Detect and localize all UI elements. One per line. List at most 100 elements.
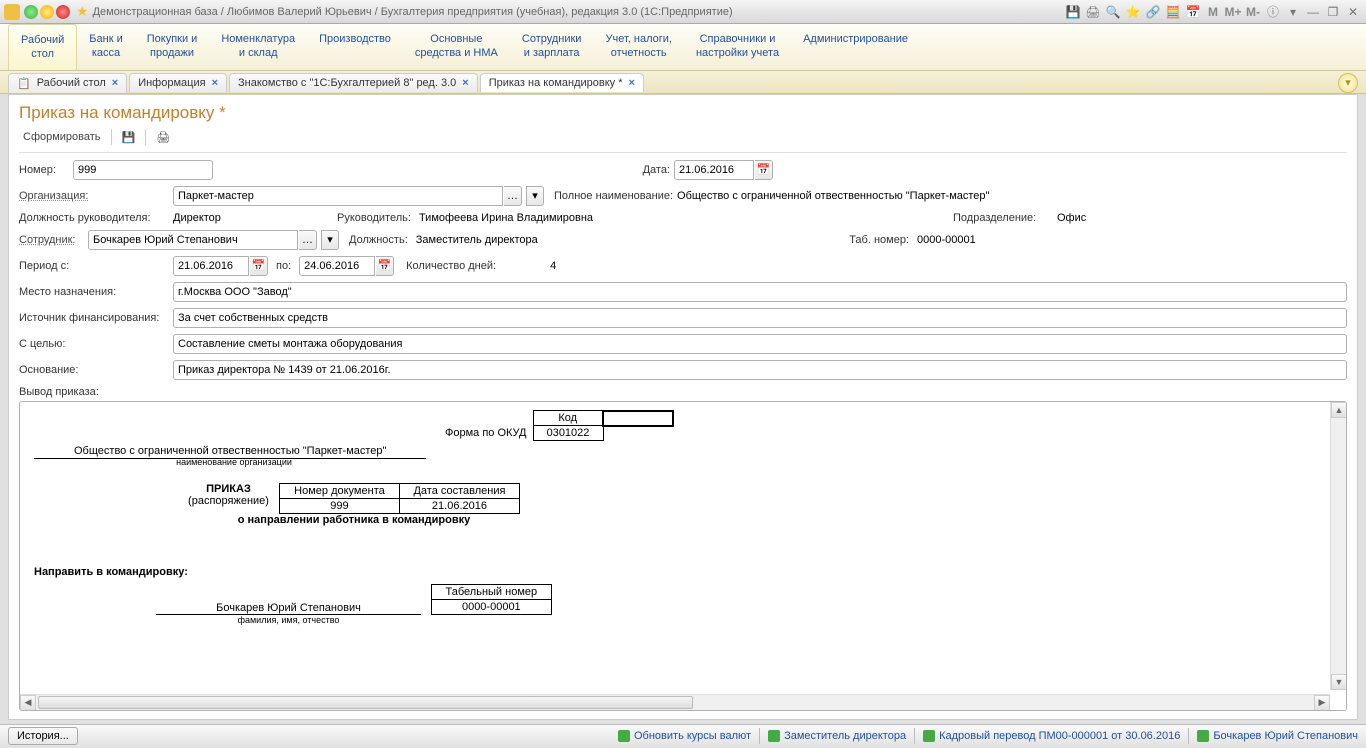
date-input[interactable]	[674, 160, 754, 180]
scroll-down-icon[interactable]: ▼	[1331, 674, 1347, 690]
scroll-up-icon[interactable]: ▲	[1331, 402, 1347, 418]
tab-bar: 📋 Рабочий стол × Информация × Знакомство…	[0, 71, 1366, 94]
tab-hdr: Табельный номер	[431, 585, 551, 600]
dropdown-icon[interactable]: ▾	[1284, 4, 1302, 20]
emp-label[interactable]: Сотрудник:	[19, 234, 84, 246]
calendar-icon[interactable]: 📅	[1184, 4, 1202, 20]
menu-tax[interactable]: Учет, налоги, отчетность	[593, 24, 683, 70]
tab-label: Рабочий стол	[37, 77, 106, 89]
tab-desktop-icon: 📋	[17, 77, 31, 90]
dept-label: Подразделение:	[953, 212, 1053, 224]
tab-order[interactable]: Приказ на командировку * ×	[480, 73, 644, 92]
toolbar: Сформировать 💾 🖨	[19, 129, 1347, 146]
info-icon[interactable]: ⓘ	[1264, 4, 1282, 20]
emp-input[interactable]	[88, 230, 298, 250]
window-system-icons: 💾 🖨 🔍 ⭐ 🔗 🧮 📅 M M+ M- ⓘ ▾ — ❐ ✕	[1064, 4, 1362, 20]
separator	[914, 728, 915, 744]
menu-refs[interactable]: Справочники и настройки учета	[684, 24, 791, 70]
tab-desktop[interactable]: 📋 Рабочий стол ×	[8, 73, 127, 93]
period-to-label: по:	[276, 260, 291, 272]
update-rates-link[interactable]: Обновить курсы валют	[618, 730, 751, 742]
save-icon[interactable]: 💾	[1064, 4, 1082, 20]
main-menu: Рабочий стол Банк и касса Покупки и прод…	[0, 24, 1366, 71]
menu-desktop[interactable]: Рабочий стол	[8, 24, 77, 70]
minimize-icon[interactable]: —	[1304, 4, 1322, 20]
menu-sales[interactable]: Покупки и продажи	[135, 24, 210, 70]
info-icon	[618, 730, 630, 742]
m-plus-btn[interactable]: M+	[1224, 4, 1242, 20]
m-btn[interactable]: M	[1204, 4, 1222, 20]
head-value: Тимофеева Ирина Владимировна	[419, 212, 593, 224]
print-icon[interactable]: 🖨	[152, 129, 174, 146]
funding-input[interactable]	[173, 308, 1347, 328]
calendar-icon[interactable]: 📅	[250, 256, 268, 276]
purpose-label: С целью:	[19, 338, 169, 350]
close-icon[interactable]: ✕	[1344, 4, 1362, 20]
send-label: Направить в командировку:	[34, 566, 674, 578]
scroll-left-icon[interactable]: ◀	[20, 695, 36, 711]
menu-production[interactable]: Производство	[307, 24, 403, 70]
tab-label: Приказ на командировку *	[489, 77, 623, 89]
search-icon[interactable]: 🔍	[1104, 4, 1122, 20]
vice-link[interactable]: Заместитель директора	[768, 730, 906, 742]
transfer-link[interactable]: Кадровый перевод ПМ00-000001 от 30.06.20…	[923, 730, 1180, 742]
star-icon[interactable]: ★	[76, 3, 89, 20]
purpose-input[interactable]	[173, 334, 1347, 354]
funding-label: Источник финансирования:	[19, 312, 169, 324]
org-input[interactable]	[173, 186, 503, 206]
order-subtitle: (распоряжение)	[188, 495, 269, 507]
tab-intro[interactable]: Знакомство с "1С:Бухгалтерией 8" ред. 3.…	[229, 73, 478, 92]
save-icon[interactable]: 💾	[118, 129, 140, 146]
maximize-icon[interactable]: ❐	[1324, 4, 1342, 20]
menu-assets[interactable]: Основные средства и НМА	[403, 24, 510, 70]
scroll-thumb[interactable]	[38, 696, 693, 709]
dot-red[interactable]	[56, 5, 70, 19]
tab-close-icon[interactable]: ×	[629, 77, 635, 89]
history-button[interactable]: История...	[8, 727, 78, 745]
app-logo	[4, 4, 20, 20]
basis-input[interactable]	[173, 360, 1347, 380]
tab-close-icon[interactable]: ×	[112, 77, 118, 89]
select-icon[interactable]: …	[504, 186, 522, 206]
org-label[interactable]: Организация:	[19, 190, 169, 202]
dropdown-icon[interactable]: ▾	[526, 186, 544, 206]
calendar-icon[interactable]: 📅	[755, 160, 773, 180]
dropdown-icon[interactable]: ▾	[321, 230, 339, 250]
print-icon[interactable]: 🖨	[1084, 4, 1102, 20]
dot-green[interactable]	[24, 5, 38, 19]
select-icon[interactable]: …	[299, 230, 317, 250]
days-value: 4	[550, 260, 556, 272]
period-to-input[interactable]	[299, 256, 375, 276]
code-header: Код	[533, 411, 603, 426]
period-from-input[interactable]	[173, 256, 249, 276]
menu-hr[interactable]: Сотрудники и зарплата	[510, 24, 594, 70]
calendar-icon[interactable]: 📅	[376, 256, 394, 276]
tab-close-icon[interactable]: ×	[462, 77, 468, 89]
dest-input[interactable]	[173, 282, 1347, 302]
menu-bank[interactable]: Банк и касса	[77, 24, 134, 70]
vertical-scrollbar[interactable]: ▲ ▼	[1330, 402, 1346, 690]
emp-link[interactable]: Бочкарев Юрий Степанович	[1197, 730, 1358, 742]
horizontal-scrollbar[interactable]: ◀ ▶	[20, 694, 1330, 710]
dot-yellow[interactable]	[40, 5, 54, 19]
emp-caption: фамилия, имя, отчество	[156, 615, 421, 625]
tab-label: Информация	[138, 77, 205, 89]
tab-close-icon[interactable]: ×	[212, 77, 218, 89]
tab-menu-icon[interactable]: ▾	[1338, 73, 1358, 93]
calc-icon[interactable]: 🧮	[1164, 4, 1182, 20]
doc-no: 999	[279, 499, 399, 514]
window-title: Демонстрационная база / Любимов Валерий …	[93, 6, 1064, 18]
scroll-right-icon[interactable]: ▶	[1314, 695, 1330, 711]
page-title: Приказ на командировку *	[19, 103, 1347, 123]
order-about: о направлении работника в командировку	[34, 514, 674, 526]
menu-admin[interactable]: Администрирование	[791, 24, 920, 70]
generate-button[interactable]: Сформировать	[19, 129, 105, 145]
fav-icon[interactable]: ⭐	[1124, 4, 1142, 20]
menu-stock[interactable]: Номенклатура и склад	[209, 24, 307, 70]
m-minus-btn[interactable]: M-	[1244, 4, 1262, 20]
tab-no-label: Таб. номер:	[849, 234, 909, 246]
tab-info[interactable]: Информация ×	[129, 73, 227, 92]
number-input[interactable]	[73, 160, 213, 180]
link-icon[interactable]: 🔗	[1144, 4, 1162, 20]
okud-label: Форма по ОКУД	[437, 426, 533, 441]
